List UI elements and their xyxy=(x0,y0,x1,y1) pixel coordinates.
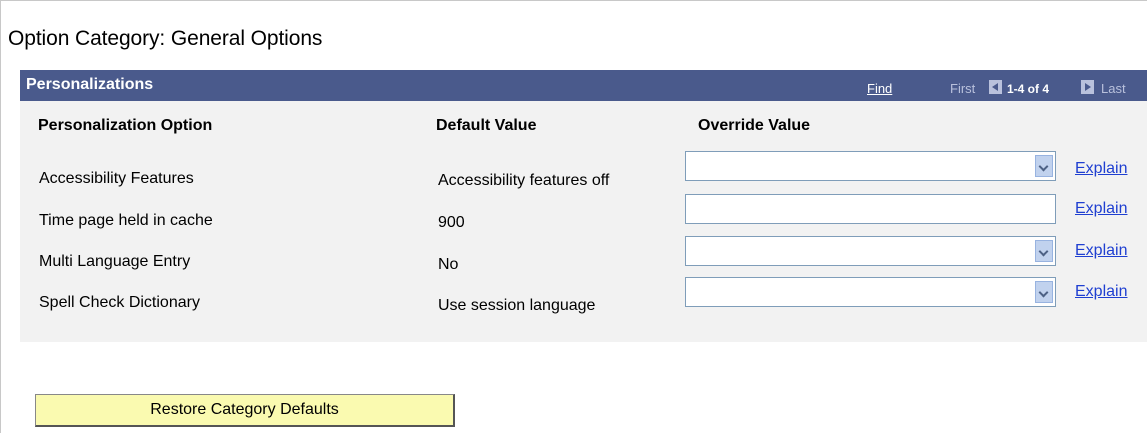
grid-title: Personalizations xyxy=(26,76,154,93)
default-value: Use session language xyxy=(438,297,596,314)
page-title: Option Category: General Options xyxy=(8,27,323,50)
last-label: Last xyxy=(1101,81,1126,96)
find-link[interactable]: Find xyxy=(867,81,892,96)
option-name: Time page held in cache xyxy=(39,212,213,229)
explain-link[interactable]: Explain xyxy=(1075,242,1127,260)
frame-top-border xyxy=(0,0,1147,1)
option-name: Spell Check Dictionary xyxy=(39,294,200,311)
chevron-down-icon[interactable] xyxy=(1035,281,1053,303)
frame-left-border xyxy=(0,0,1,433)
chevron-down-icon[interactable] xyxy=(1035,240,1053,262)
override-select[interactable] xyxy=(685,151,1056,181)
column-header-option: Personalization Option xyxy=(38,117,213,134)
right-arrow-icon xyxy=(1081,80,1094,94)
chevron-down-icon[interactable] xyxy=(1035,155,1053,177)
grid-header: Personalizations Find First 1-4 of 4 Las… xyxy=(20,70,1147,101)
override-input[interactable] xyxy=(685,194,1056,224)
column-header-default: Default Value xyxy=(436,117,537,134)
option-name: Accessibility Features xyxy=(39,170,194,187)
table-row: Time page held in cache 900 Explain xyxy=(20,190,1147,231)
default-value: Accessibility features off xyxy=(438,172,610,189)
table-row: Accessibility Features Accessibility fea… xyxy=(20,150,1147,190)
explain-link[interactable]: Explain xyxy=(1075,283,1127,301)
override-select[interactable] xyxy=(685,236,1056,266)
override-select[interactable] xyxy=(685,277,1056,307)
restore-category-defaults-button[interactable]: Restore Category Defaults xyxy=(35,394,455,427)
option-name: Multi Language Entry xyxy=(39,253,191,270)
column-header-override: Override Value xyxy=(698,117,811,134)
first-label: First xyxy=(950,81,976,96)
table-row: Multi Language Entry No Explain xyxy=(20,230,1147,273)
left-arrow-icon xyxy=(989,80,1002,94)
personalizations-grid: Personalizations Find First 1-4 of 4 Las… xyxy=(20,70,1147,342)
table-row: Spell Check Dictionary Use session langu… xyxy=(20,270,1147,314)
explain-link[interactable]: Explain xyxy=(1075,200,1127,218)
explain-link[interactable]: Explain xyxy=(1075,160,1127,178)
row-range: 1-4 of 4 xyxy=(1007,82,1050,96)
